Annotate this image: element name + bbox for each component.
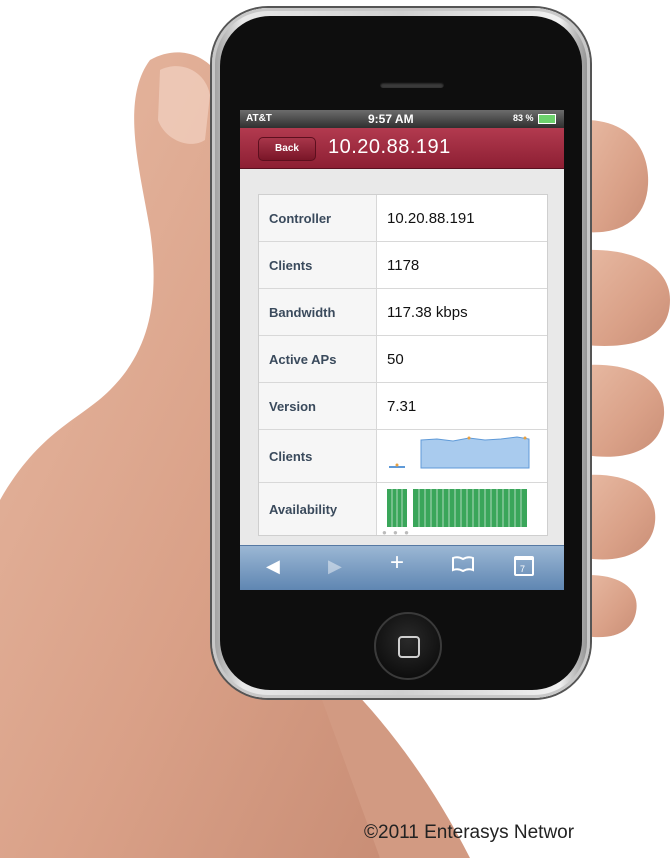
detail-row-controller: Controller 10.20.88.191 <box>259 195 547 242</box>
sparkline-marker <box>523 436 527 440</box>
detail-label: Bandwidth <box>259 289 377 335</box>
sparkline-area <box>420 436 530 469</box>
add-icon[interactable]: + <box>390 551 404 575</box>
detail-value: 50 <box>387 350 404 368</box>
forward-arrow-icon[interactable]: ▶ <box>328 556 342 576</box>
detail-label: Clients <box>259 430 377 482</box>
detail-row-clients: Clients 1178 <box>259 242 547 289</box>
phone-screen: AT&T 9:57 AM 83 % Back 10.20.88.191 Cont… <box>240 110 564 590</box>
carrier-label: AT&T <box>246 113 272 124</box>
detail-value: 1178 <box>387 256 420 274</box>
sparkline-start-dot <box>395 463 399 467</box>
page-indicator-dots: ● ● ● <box>382 528 411 537</box>
detail-label: Version <box>259 383 377 429</box>
copyright-text: ©2011 Enterasys Networ <box>364 822 575 843</box>
detail-label: Availability <box>259 483 377 535</box>
clients-sparkline <box>389 436 530 469</box>
detail-row-version: Version 7.31 <box>259 383 547 430</box>
status-time: 9:57 AM <box>368 112 414 126</box>
battery-icon <box>538 113 556 124</box>
availability-bar-segment <box>413 489 527 527</box>
bookmarks-icon[interactable] <box>452 556 474 576</box>
safari-toolbar: ◀ ▶ + 7 <box>240 545 564 590</box>
detail-row-bandwidth: Bandwidth 117.38 kbps <box>259 289 547 336</box>
sparkline-marker <box>467 436 471 440</box>
earpiece-speaker <box>380 82 444 88</box>
home-square-icon <box>398 636 420 658</box>
detail-row-active-aps: Active APs 50 <box>259 336 547 383</box>
navigation-bar: Back 10.20.88.191 <box>240 128 564 169</box>
status-bar: AT&T 9:57 AM 83 % <box>240 110 564 128</box>
detail-label: Controller <box>259 195 377 241</box>
battery-percent: 83 % <box>512 113 534 123</box>
detail-row-clients-chart: Clients <box>259 430 547 483</box>
pages-icon[interactable]: 7 <box>514 556 534 580</box>
controller-details-table: Controller 10.20.88.191 Clients 1178 Ban… <box>258 194 548 536</box>
back-button[interactable]: Back <box>258 137 316 161</box>
detail-label: Active APs <box>259 336 377 382</box>
availability-bars <box>387 489 527 527</box>
detail-value: 10.20.88.191 <box>387 209 475 227</box>
back-arrow-icon[interactable]: ◀ <box>266 556 280 576</box>
home-button[interactable] <box>374 612 442 680</box>
detail-value: 117.38 kbps <box>387 303 468 321</box>
pages-count: 7 <box>520 564 526 574</box>
battery-indicator: 83 % <box>513 113 556 124</box>
detail-label: Clients <box>259 242 377 288</box>
detail-value: 7.31 <box>387 397 417 415</box>
page-title: 10.20.88.191 <box>328 136 451 158</box>
